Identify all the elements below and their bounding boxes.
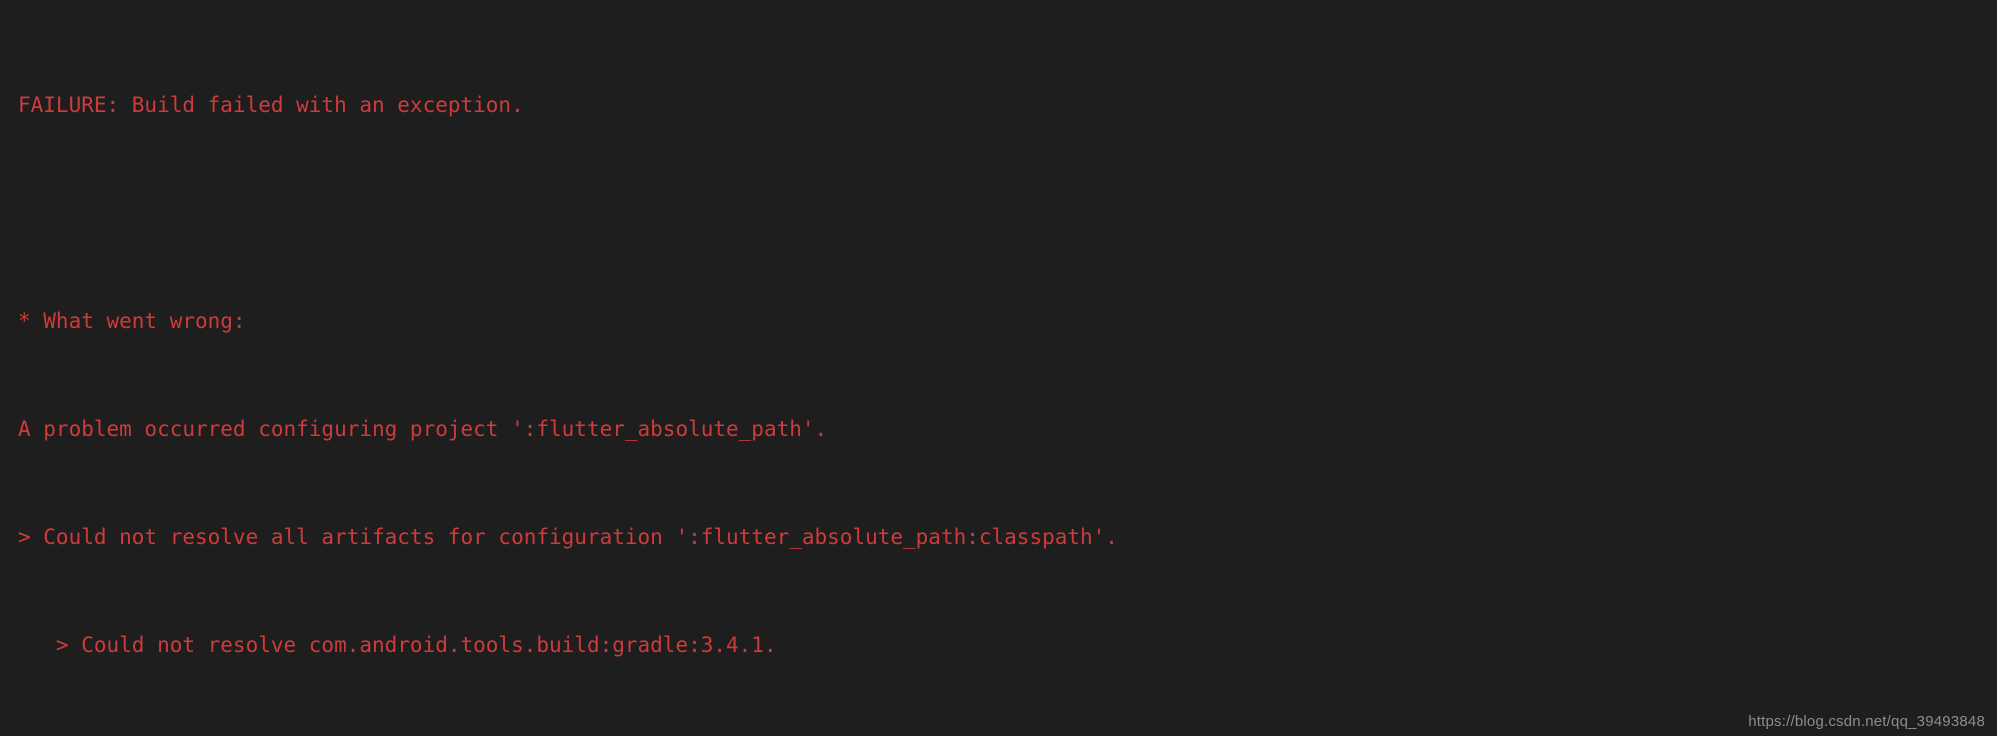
build-output-log: FAILURE: Build failed with an exception.… bbox=[18, 11, 1997, 736]
terminal-console: FAILURE: Build failed with an exception.… bbox=[0, 0, 1997, 736]
log-line-could-not-resolve-gradle-1: > Could not resolve com.android.tools.bu… bbox=[18, 633, 777, 657]
log-line-could-not-resolve-artifacts: > Could not resolve all artifacts for co… bbox=[18, 525, 1118, 549]
watermark-blog-url: https://blog.csdn.net/qq_39493848 bbox=[1748, 713, 1985, 730]
log-line-section-what-went-wrong: * What went wrong: bbox=[18, 309, 246, 333]
log-line-problem-occurred: A problem occurred configuring project '… bbox=[18, 417, 828, 441]
log-line-failure-header: FAILURE: Build failed with an exception. bbox=[18, 93, 524, 117]
log-line-blank bbox=[18, 200, 1997, 227]
